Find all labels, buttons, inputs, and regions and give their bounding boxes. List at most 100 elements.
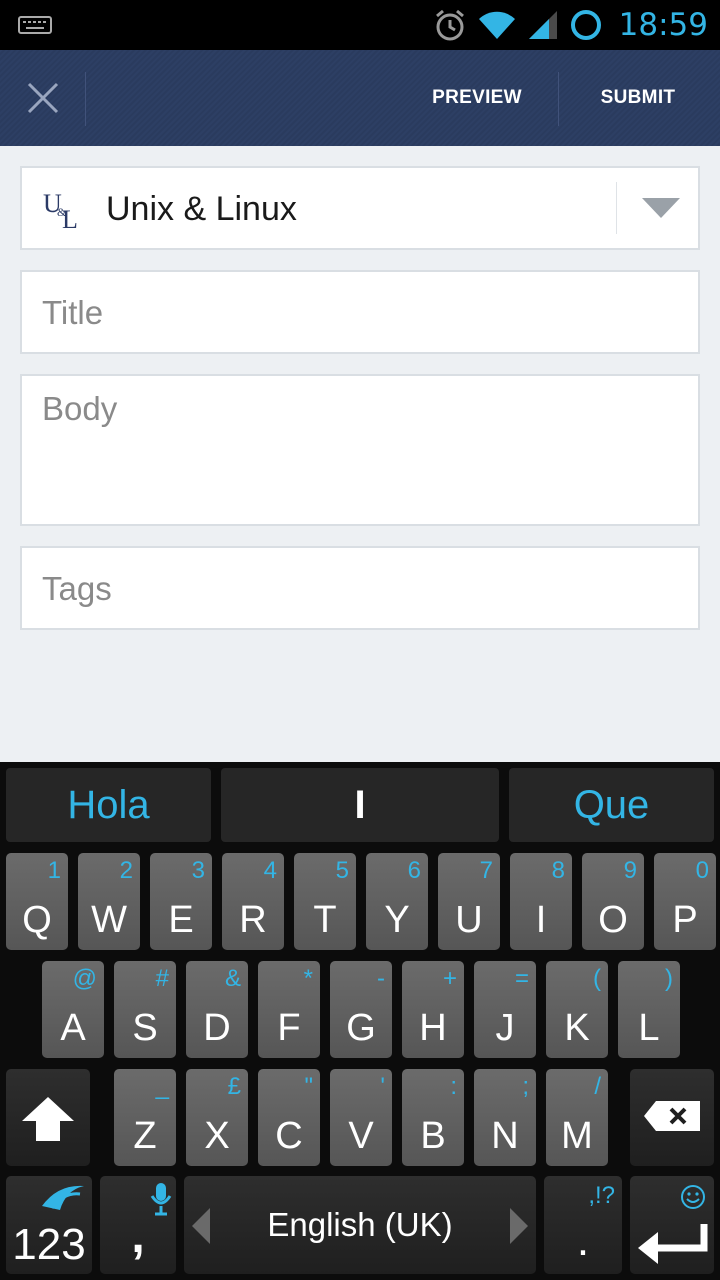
title-placeholder: Title bbox=[42, 294, 104, 331]
key-label: E bbox=[168, 899, 194, 941]
site-selector[interactable]: U & L Unix & Linux bbox=[20, 166, 700, 250]
key-o[interactable]: 9O bbox=[582, 853, 644, 950]
key-k[interactable]: (K bbox=[546, 961, 608, 1058]
key-v[interactable]: ' V bbox=[330, 1069, 392, 1166]
key-secondary-label: 4 bbox=[263, 857, 277, 884]
key-c[interactable]: " C bbox=[258, 1069, 320, 1166]
key-label: X bbox=[204, 1115, 230, 1157]
key-label: G bbox=[346, 1007, 376, 1049]
keyboard-notification-icon bbox=[18, 16, 52, 34]
action-bar-divider bbox=[85, 72, 86, 126]
shift-key[interactable] bbox=[6, 1069, 90, 1166]
key-u[interactable]: 7U bbox=[438, 853, 500, 950]
spacebar-key[interactable]: English (UK) bbox=[184, 1176, 536, 1274]
key-label: A bbox=[60, 1007, 86, 1049]
key-secondary-label: 7 bbox=[479, 857, 493, 884]
key-secondary-label: & bbox=[224, 965, 241, 992]
key-w[interactable]: 2W bbox=[78, 853, 140, 950]
key-l[interactable]: ) L bbox=[618, 961, 680, 1058]
key-h[interactable]: + H bbox=[402, 961, 464, 1058]
key-secondary-label: @ bbox=[72, 965, 97, 992]
suggestion-2[interactable]: I bbox=[221, 768, 499, 842]
sync-circle-icon bbox=[570, 10, 601, 40]
key-secondary-label: 8 bbox=[551, 857, 565, 884]
ask-question-form: U & L Unix & Linux Title Body Tags bbox=[0, 146, 720, 762]
key-secondary-label: 1 bbox=[47, 857, 61, 884]
key-label: V bbox=[348, 1115, 374, 1157]
site-name: Unix & Linux bbox=[106, 190, 297, 228]
key-secondary-label: _ bbox=[155, 1073, 169, 1100]
body-input[interactable]: Body bbox=[20, 374, 700, 526]
shift-arrow-icon bbox=[22, 1097, 74, 1141]
backspace-key[interactable] bbox=[630, 1069, 714, 1166]
status-bar: 18:59 bbox=[0, 0, 720, 50]
key-label: O bbox=[598, 899, 628, 941]
signal-icon bbox=[528, 11, 557, 39]
key-r[interactable]: 4R bbox=[222, 853, 284, 950]
key-label: F bbox=[277, 1007, 301, 1049]
alarm-icon bbox=[435, 9, 464, 41]
key-label: I bbox=[535, 899, 547, 941]
key-q[interactable]: 1Q bbox=[6, 853, 68, 950]
key-secondary-label: 9 bbox=[623, 857, 637, 884]
key-secondary-label: ; bbox=[522, 1073, 529, 1100]
key-b[interactable]: :B bbox=[402, 1069, 464, 1166]
site-logo-icon: U & L bbox=[43, 189, 78, 230]
key-j[interactable]: = J bbox=[474, 961, 536, 1058]
key-z[interactable]: _ Z bbox=[114, 1069, 176, 1166]
key-y[interactable]: 6Y bbox=[366, 853, 428, 950]
suggestion-1[interactable]: Hola bbox=[6, 768, 211, 842]
key-label: J bbox=[495, 1007, 515, 1049]
period-key-label: . bbox=[576, 1216, 590, 1265]
title-input[interactable]: Title bbox=[20, 270, 700, 354]
dropdown-arrow-icon bbox=[642, 198, 680, 218]
key-f[interactable]: * F bbox=[258, 961, 320, 1058]
backspace-icon bbox=[644, 1101, 700, 1131]
key-secondary-label: = bbox=[514, 965, 529, 992]
swiftkey-logo-icon bbox=[42, 1185, 84, 1210]
enter-key[interactable] bbox=[630, 1176, 714, 1274]
key-label: W bbox=[91, 899, 127, 941]
key-label: B bbox=[420, 1115, 446, 1157]
dropdown-divider bbox=[616, 182, 617, 234]
key-n[interactable]: ; N bbox=[474, 1069, 536, 1166]
key-secondary-label: 2 bbox=[119, 857, 133, 884]
key-x[interactable]: £ X bbox=[186, 1069, 248, 1166]
key-p[interactable]: 0P bbox=[654, 853, 716, 950]
key-g[interactable]: -G bbox=[330, 961, 392, 1058]
key-t[interactable]: 5T bbox=[294, 853, 356, 950]
key-a[interactable]: @ A bbox=[42, 961, 104, 1058]
key-label: Q bbox=[22, 899, 52, 941]
key-secondary-label: £ bbox=[227, 1073, 241, 1100]
suggestion-3[interactable]: Que bbox=[509, 768, 714, 842]
key-secondary-label: 0 bbox=[695, 857, 709, 884]
period-key-sub: ,!? bbox=[588, 1182, 615, 1209]
period-key[interactable]: ,!? . bbox=[544, 1176, 622, 1274]
key-label: Z bbox=[133, 1115, 157, 1157]
clock: 18:59 bbox=[618, 7, 708, 43]
key-d[interactable]: & D bbox=[186, 961, 248, 1058]
comma-key[interactable]: , bbox=[100, 1176, 176, 1274]
body-placeholder: Body bbox=[42, 390, 118, 427]
key-label: N bbox=[491, 1115, 519, 1157]
preview-button[interactable]: PREVIEW bbox=[398, 50, 556, 146]
close-button[interactable] bbox=[0, 50, 86, 146]
key-label: P bbox=[672, 899, 698, 941]
key-label: R bbox=[239, 899, 267, 941]
wifi-icon bbox=[478, 11, 515, 39]
tags-input[interactable]: Tags bbox=[20, 546, 700, 630]
key-secondary-label: 5 bbox=[335, 857, 349, 884]
close-icon bbox=[27, 82, 59, 114]
key-label: D bbox=[203, 1007, 231, 1049]
key-secondary-label: 6 bbox=[407, 857, 421, 884]
key-label: S bbox=[132, 1007, 158, 1049]
key-s[interactable]: # S bbox=[114, 961, 176, 1058]
key-i[interactable]: 8I bbox=[510, 853, 572, 950]
key-m[interactable]: / M bbox=[546, 1069, 608, 1166]
key-e[interactable]: 3E bbox=[150, 853, 212, 950]
tags-placeholder: Tags bbox=[42, 570, 112, 607]
submit-button[interactable]: SUBMIT bbox=[560, 50, 716, 146]
key-secondary-label: / bbox=[594, 1073, 601, 1100]
numbers-key[interactable]: 123 bbox=[6, 1176, 92, 1274]
language-right-arrow-icon bbox=[510, 1208, 528, 1244]
